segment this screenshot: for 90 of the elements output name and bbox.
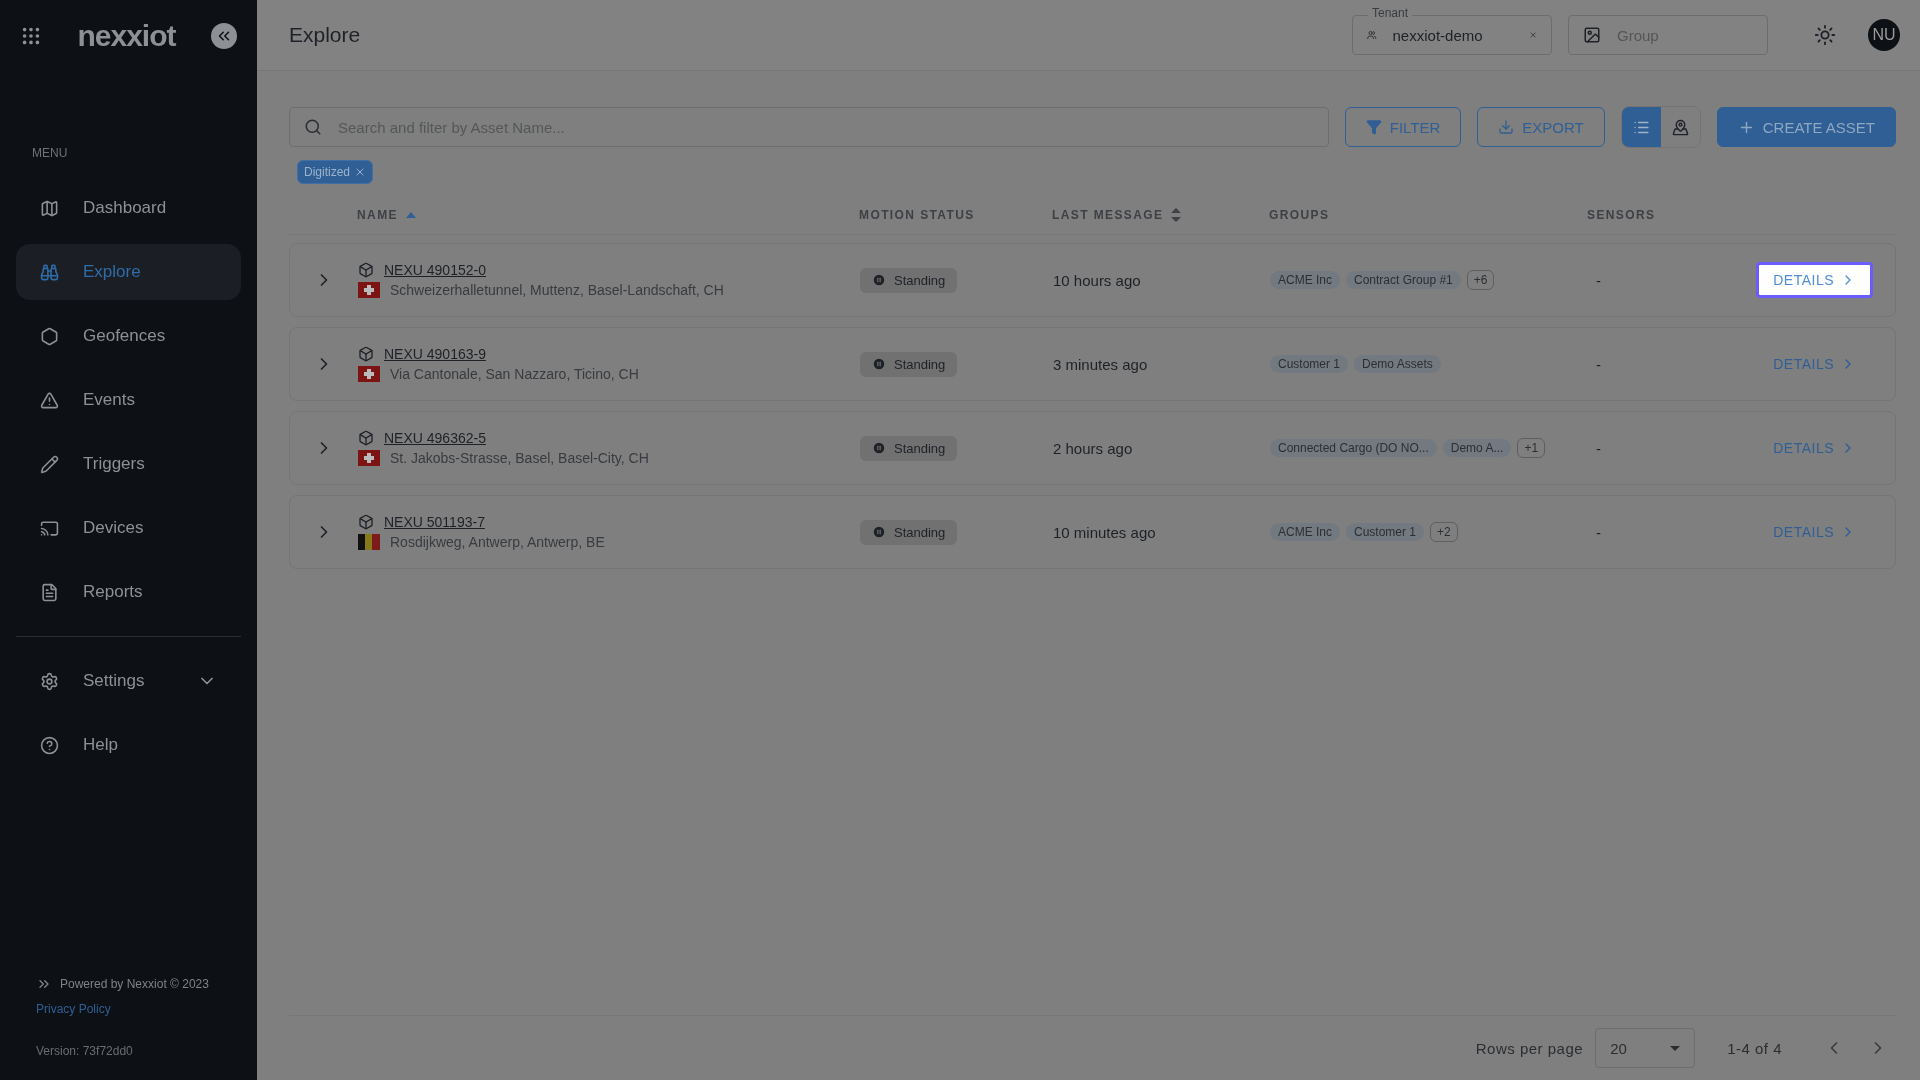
column-header[interactable]: MOTION STATUS [859, 208, 1052, 222]
search-icon [304, 118, 322, 136]
location-text: Via Cantonale, San Nazzaro, Ticino, CH [390, 366, 639, 382]
page-range-text: 1-4 of 4 [1727, 1039, 1782, 1057]
group-tag: Demo Assets [1354, 355, 1441, 373]
warning-icon [40, 390, 59, 410]
asset-name-link[interactable]: NEXU 501193-7 [384, 514, 485, 530]
nav-item[interactable]: Triggers [16, 436, 241, 492]
create-asset-button[interactable]: CREATE ASSET [1716, 107, 1896, 147]
status-badge: Standing [860, 267, 958, 293]
swiss-flag-icon [358, 450, 380, 466]
asset-name-link[interactable]: NEXU 490152-0 [384, 262, 486, 278]
filter-chip[interactable]: Digitized [297, 160, 374, 184]
swiss-flag-icon [358, 282, 380, 298]
sensors-cell-text: - [1595, 271, 1602, 289]
cast-icon [40, 518, 59, 538]
nav-item[interactable]: Reports [16, 564, 241, 620]
nav-item[interactable]: Devices [16, 500, 241, 556]
box-icon [358, 430, 374, 446]
location-text: St. Jakobs-Strasse, Basel, Basel-City, CH [390, 450, 649, 466]
image-icon [1583, 26, 1601, 44]
column-header[interactable]: SENSORS [1587, 208, 1687, 222]
column-header[interactable]: GROUPS [1269, 208, 1587, 222]
group-tag: Contract Group #1 [1346, 271, 1461, 289]
last-message-cell-text: 10 hours ago [1053, 271, 1142, 289]
asset-name-link[interactable]: NEXU 496362-5 [384, 430, 486, 446]
menu-label: MENU [32, 146, 69, 160]
document-icon [40, 582, 59, 602]
pause-icon [872, 273, 886, 287]
powered-by-text: Powered by Nexxiot © 2023 [36, 976, 221, 992]
sensors-cell-text: - [1595, 355, 1602, 373]
last-message-cell-text: 10 minutes ago [1053, 523, 1157, 541]
help-icon [40, 735, 59, 755]
swiss-flag-icon [358, 366, 380, 382]
group-tag: Customer 1 [1346, 523, 1425, 541]
nav-item[interactable]: Geofences [16, 308, 241, 364]
column-header[interactable]: NAME [357, 208, 859, 222]
group-tag: Customer 1 [1270, 355, 1349, 373]
dropdown-arrow-icon [1670, 1045, 1681, 1051]
user-avatar[interactable]: NU [1868, 19, 1900, 51]
nav-item[interactable]: Events [16, 372, 241, 428]
version-text: Version: 73f72dd0 [36, 1044, 134, 1058]
sensors-cell-text: - [1595, 523, 1602, 541]
group-tag: Connected Cargo (DO NO... [1270, 439, 1437, 457]
list-view-button[interactable] [1621, 107, 1661, 147]
group-tag: ACME Inc [1270, 271, 1340, 289]
nav-item[interactable]: Settings [16, 653, 241, 709]
location-text: Rosdijkweg, Antwerp, Antwerp, BE [390, 534, 605, 550]
map-icon [40, 198, 59, 218]
rows-per-page-select[interactable]: 20 [1595, 1028, 1696, 1068]
group-tag: ACME Inc [1270, 523, 1340, 541]
belgian-flag-icon [358, 534, 380, 550]
more-groups-badge[interactable]: +6 [1466, 270, 1495, 290]
more-groups-badge[interactable]: +1 [1517, 438, 1546, 458]
sort-up-icon[interactable] [405, 212, 416, 218]
box-icon [358, 346, 374, 362]
last-message-cell-text: 3 minutes ago [1053, 355, 1149, 373]
page-title: Explore [289, 23, 362, 47]
pause-icon [872, 441, 886, 455]
column-header[interactable]: LAST MESSAGE [1052, 208, 1269, 222]
last-message-cell-text: 2 hours ago [1053, 439, 1134, 457]
nav-item[interactable]: Help [16, 717, 241, 773]
tenant-input[interactable]: nexxiot-demo [1390, 25, 1515, 45]
privacy-policy-link[interactable]: Privacy Policy [36, 1002, 221, 1016]
pause-icon [872, 357, 886, 371]
binoculars-icon [40, 262, 59, 282]
more-groups-badge[interactable]: +2 [1430, 522, 1458, 542]
nav-item[interactable]: Dashboard [16, 180, 241, 236]
rows-per-page-label: Rows per page [1475, 1039, 1584, 1057]
asset-name-link[interactable]: NEXU 490163-9 [384, 346, 486, 362]
sort-icon[interactable] [1171, 208, 1182, 222]
download-icon [1498, 119, 1515, 135]
sensors-cell-text: - [1595, 439, 1602, 457]
status-badge: Standing [860, 435, 958, 461]
details-button[interactable]: DETAILS [1756, 262, 1873, 298]
tenant-label: Tenant [1368, 6, 1413, 20]
group-tag: Demo A... [1442, 439, 1512, 457]
status-badge: Standing [860, 351, 958, 377]
map-icon [1671, 118, 1689, 136]
apps-grid-icon[interactable] [20, 25, 42, 47]
location-text: Schweizerhalletunnel, Muttenz, Basel-Landschaft, CH [390, 282, 724, 298]
box-icon [358, 262, 374, 278]
filter-icon [1365, 119, 1382, 135]
nav-item[interactable]: Explore [16, 244, 241, 300]
collapse-button[interactable] [211, 23, 237, 49]
box-icon [358, 514, 374, 530]
pause-icon [872, 525, 886, 539]
pencil-icon [40, 454, 59, 474]
status-badge: Standing [860, 519, 958, 545]
logo: nexxiot [77, 19, 176, 53]
